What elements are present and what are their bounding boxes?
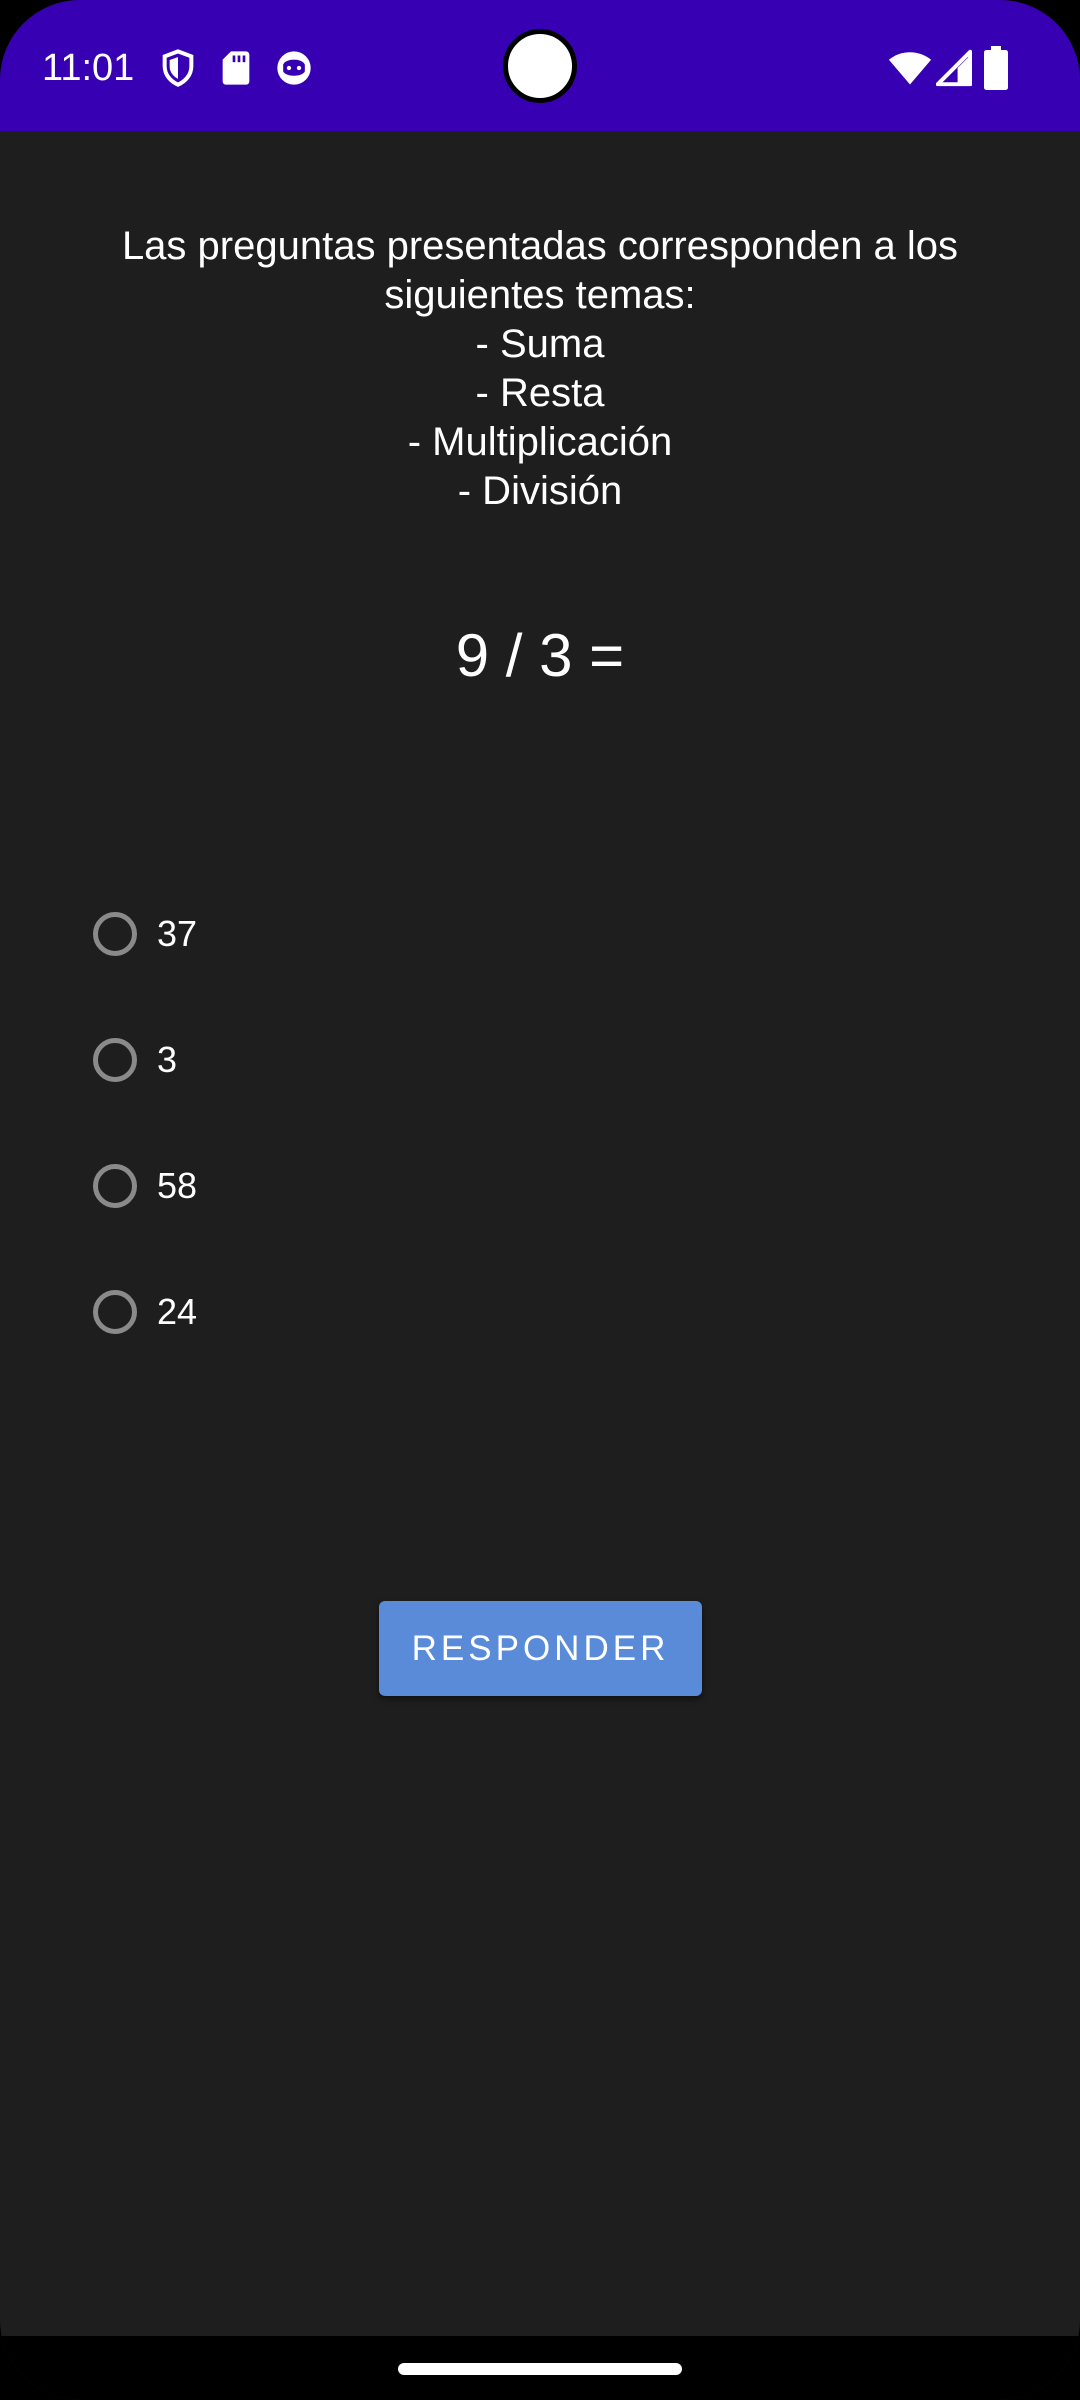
- topic-item-division: - División: [457, 469, 623, 513]
- option-label: 37: [157, 913, 198, 954]
- app-screen: 11:01 Las preguntas presentadas correspo…: [0, 0, 1080, 2400]
- camera-cutout: [503, 29, 577, 103]
- shield-icon: [162, 49, 194, 87]
- topics-description: Las preguntas presentadas corresponden a…: [60, 222, 1020, 516]
- sd-card-icon: [222, 51, 250, 85]
- answer-option-4[interactable]: 24: [93, 1282, 197, 1342]
- topics-intro-line: Las preguntas presentadas corresponden a…: [121, 224, 959, 268]
- option-label: 3: [157, 1039, 178, 1080]
- wifi-icon: [888, 52, 932, 85]
- battery-icon: [984, 46, 1008, 90]
- option-label: 58: [157, 1165, 198, 1206]
- status-bar: 11:01: [0, 0, 1080, 131]
- radio-button[interactable]: [93, 1038, 137, 1082]
- submit-answer-button[interactable]: RESPONDER: [379, 1601, 702, 1696]
- option-label: 24: [157, 1291, 198, 1332]
- radio-button[interactable]: [93, 1290, 137, 1334]
- answer-option-3[interactable]: 58: [93, 1156, 197, 1216]
- home-gesture-handle[interactable]: [398, 2363, 682, 2375]
- radio-button[interactable]: [93, 912, 137, 956]
- topic-item-suma: - Suma: [475, 322, 605, 366]
- topic-item-multiplicacion: - Multiplicación: [407, 420, 673, 464]
- topics-intro-line: siguientes temas:: [384, 273, 696, 317]
- answer-option-2[interactable]: 3: [93, 1030, 177, 1090]
- topic-item-resta: - Resta: [475, 371, 605, 415]
- status-time: 11:01: [42, 47, 135, 89]
- question-text: 9 / 3 =: [455, 622, 625, 689]
- answer-option-1[interactable]: 37: [93, 904, 197, 964]
- game-controller-icon: [277, 51, 311, 85]
- radio-button[interactable]: [93, 1164, 137, 1208]
- cell-signal-icon: [936, 49, 972, 87]
